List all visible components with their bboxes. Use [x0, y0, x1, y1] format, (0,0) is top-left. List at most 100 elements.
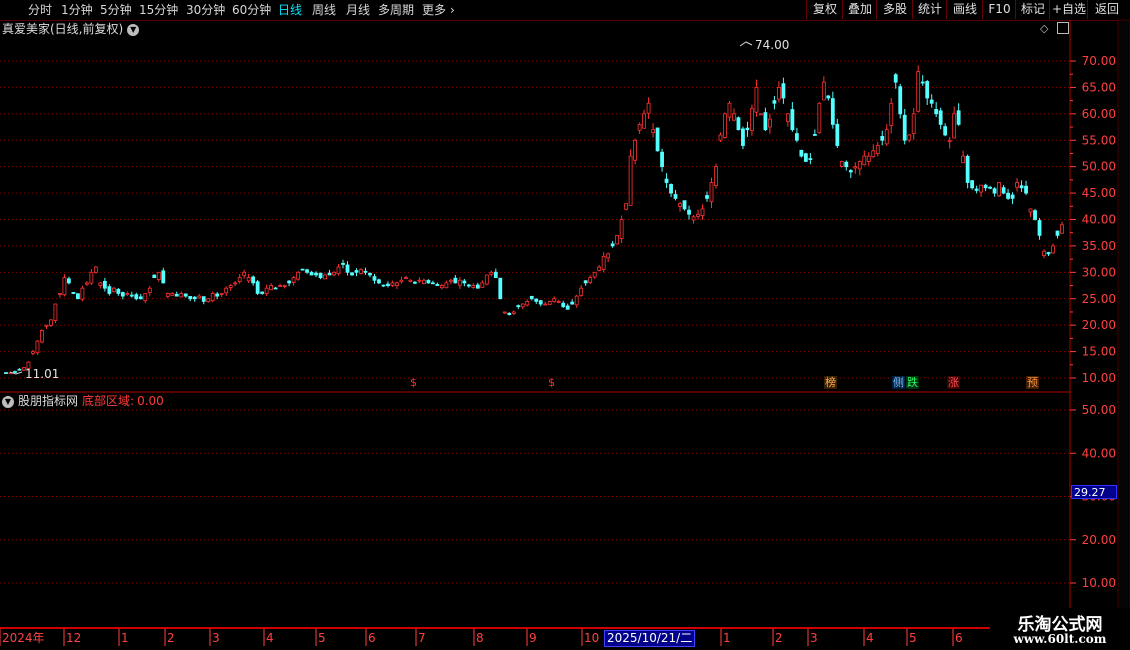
candle-body: [453, 277, 458, 284]
candle-body: [102, 280, 107, 289]
candle-body: [413, 281, 417, 284]
date-axis-label: 1: [121, 631, 129, 645]
candle-body: [359, 269, 363, 274]
price-chart[interactable]: 10.0015.0020.0025.0030.0035.0040.0045.00…: [0, 0, 1130, 650]
candle-body: [691, 216, 696, 221]
candle-body: [278, 285, 283, 287]
candle-body: [165, 293, 170, 297]
candle-body: [561, 302, 566, 308]
candle-body: [170, 293, 175, 296]
candle-body: [242, 271, 247, 276]
watermark: 乐淘公式网 www.60lt.com: [990, 608, 1130, 650]
candle-body: [224, 287, 229, 294]
candle-body: [511, 311, 516, 314]
date-axis-label: 12: [66, 631, 82, 645]
event-marker-side[interactable]: 侧: [892, 376, 905, 389]
candle-body: [516, 305, 521, 308]
event-marker-forecast[interactable]: 预: [1026, 376, 1039, 389]
candle-body: [754, 87, 759, 113]
candle-body: [255, 281, 260, 294]
candle-body: [866, 155, 871, 162]
candle-body: [350, 272, 354, 276]
candle-body: [655, 127, 660, 152]
price-tick-label: 70.00: [1082, 54, 1116, 68]
candle-body: [17, 368, 22, 371]
candle-body: [386, 283, 390, 286]
chevron-down-icon[interactable]: ▼: [127, 23, 140, 36]
event-marker-list[interactable]: 榜: [824, 376, 837, 389]
candle-body: [107, 286, 112, 294]
candle-body: [219, 293, 224, 295]
candle-body: [291, 277, 296, 283]
candle-body: [529, 295, 534, 300]
candle-body: [395, 282, 399, 286]
candle-body: [475, 284, 480, 289]
candle-body: [480, 282, 485, 288]
candle-body: [588, 277, 593, 283]
candle-body: [296, 271, 300, 280]
candle-body: [705, 195, 709, 199]
candle-body: [264, 287, 269, 295]
candle-body: [466, 284, 471, 287]
candle-body: [363, 270, 368, 273]
candle-body: [633, 139, 638, 161]
side-scrollbar[interactable]: [1117, 19, 1130, 629]
candle-body: [4, 372, 8, 374]
candle-body: [430, 282, 435, 285]
candle-body: [138, 296, 143, 300]
candle-body: [597, 266, 602, 271]
candle-body: [552, 298, 557, 302]
candle-body: [404, 277, 408, 280]
candle-body: [40, 330, 44, 343]
candle-body: [152, 274, 157, 279]
price-axis-ticks: 10.0015.0020.0025.0030.0035.0040.0045.00…: [0, 54, 1116, 646]
indicator-title-row: ▼ 股朋指标网 底部区域: 0.00: [2, 393, 164, 409]
candle-body: [673, 194, 678, 199]
price-tick-label: 30.00: [1082, 265, 1116, 279]
candle-body: [844, 161, 849, 168]
chevron-down-icon[interactable]: ▼: [2, 395, 14, 408]
candle-body: [1033, 210, 1037, 220]
candle-body: [902, 114, 907, 141]
event-marker-fall[interactable]: 跌: [906, 376, 919, 389]
date-axis-label: 5: [909, 631, 917, 645]
diamond-icon[interactable]: ◇: [1040, 22, 1048, 35]
candle-body: [341, 262, 345, 265]
date-axis-label: 3: [810, 631, 818, 645]
candle-body: [763, 112, 768, 131]
candle-body: [80, 287, 85, 300]
candle-body: [1037, 220, 1042, 236]
window-toggle-icon[interactable]: [1057, 22, 1069, 34]
candle-body: [745, 127, 750, 131]
candle-body: [125, 293, 130, 295]
candle-body: [1024, 185, 1028, 194]
candle-body: [498, 277, 503, 300]
candle-body: [318, 272, 323, 279]
candle-body: [67, 278, 71, 284]
candle-body: [682, 200, 687, 210]
candle-body: [759, 113, 763, 116]
candle-body: [543, 303, 548, 306]
candle-body: [197, 295, 202, 299]
event-marker-1[interactable]: $: [409, 376, 418, 389]
candle-body: [709, 182, 714, 203]
candle-body: [871, 150, 876, 158]
candle-body: [628, 155, 633, 206]
candle-body: [875, 145, 880, 154]
candle-body: [592, 271, 597, 278]
candle-body: [799, 149, 804, 157]
candle-body: [71, 292, 76, 294]
candle-body: [260, 291, 265, 294]
candle-body: [390, 282, 395, 286]
indicator-tick-label: 40.00: [1082, 446, 1116, 460]
event-marker-2[interactable]: $: [547, 376, 556, 389]
candle-body: [601, 256, 606, 271]
candle-body: [282, 285, 287, 287]
candle-body: [862, 155, 867, 166]
indicator-param-label: 底部区域:: [82, 394, 135, 408]
candle-body: [502, 311, 507, 314]
candle-body: [696, 213, 700, 217]
price-tick-label: 10.00: [1082, 371, 1116, 385]
candle-body: [336, 266, 341, 275]
event-marker-rise[interactable]: 涨: [947, 376, 960, 389]
